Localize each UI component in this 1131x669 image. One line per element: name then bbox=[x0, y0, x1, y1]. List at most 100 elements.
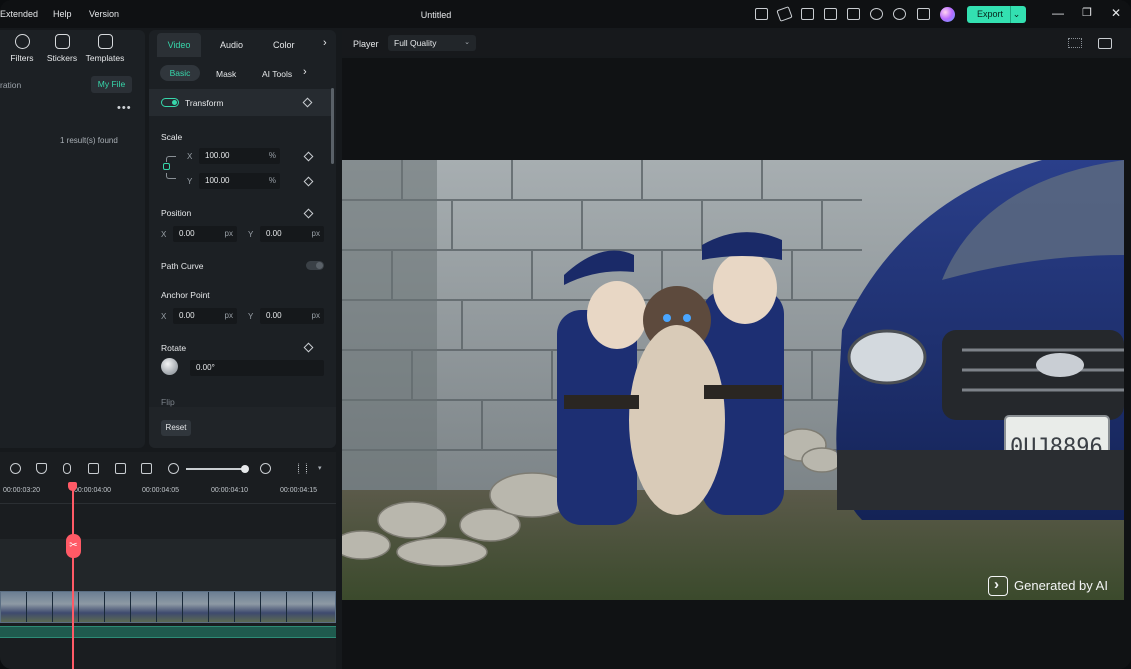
anchor-y-input[interactable]: 0.00 px bbox=[260, 308, 324, 324]
app-window: Extended Help Version Untitled Export ⌄ … bbox=[0, 0, 1131, 669]
layout-grid-icon[interactable] bbox=[298, 463, 307, 474]
export-button[interactable]: Export ⌄ bbox=[967, 6, 1026, 23]
transform-toggle[interactable] bbox=[161, 98, 179, 107]
clip-frame bbox=[157, 592, 183, 622]
zoom-slider-thumb[interactable] bbox=[241, 465, 249, 473]
results-count: 1 result(s) found bbox=[60, 136, 118, 145]
tab-stickers[interactable]: Stickers bbox=[39, 34, 85, 63]
avatar[interactable] bbox=[940, 7, 955, 22]
subtab-mask[interactable]: Mask bbox=[216, 69, 236, 79]
clip-frame bbox=[105, 592, 131, 622]
anchor-x-unit: px bbox=[224, 311, 233, 320]
minimize-button[interactable]: — bbox=[1051, 6, 1065, 20]
clip-frame bbox=[209, 592, 235, 622]
clip-frame bbox=[235, 592, 261, 622]
playhead-handle[interactable] bbox=[68, 482, 77, 491]
scale-y-unit: % bbox=[268, 176, 276, 185]
fit-icon[interactable] bbox=[141, 463, 152, 474]
headset-icon[interactable] bbox=[893, 8, 906, 20]
transform-label: Transform bbox=[185, 98, 224, 108]
subtab-basic[interactable]: Basic bbox=[160, 65, 200, 81]
keyframe-diamond-icon[interactable] bbox=[302, 97, 313, 108]
rotate-input[interactable]: 0.00° bbox=[190, 360, 324, 376]
anchor-y-value: 0.00 bbox=[266, 311, 282, 320]
microphone-icon[interactable] bbox=[63, 463, 71, 474]
scale-y-keyframe-icon[interactable] bbox=[303, 176, 314, 187]
reset-button[interactable]: Reset bbox=[161, 420, 191, 436]
my-file-button[interactable]: My File bbox=[91, 76, 132, 93]
chevron-down-icon[interactable]: ⌄ bbox=[1010, 6, 1022, 23]
preview-frame[interactable]: 0UJ8896 bbox=[342, 160, 1124, 600]
clip-frame bbox=[53, 592, 79, 622]
tick-label: 00:00:04:00 bbox=[74, 487, 111, 494]
save-icon[interactable] bbox=[847, 8, 860, 20]
monitor-icon[interactable] bbox=[824, 8, 837, 20]
generation-label: ration bbox=[0, 80, 22, 90]
position-x-input[interactable]: 0.00 px bbox=[173, 226, 237, 242]
empty-track[interactable] bbox=[0, 539, 336, 591]
maximize-button[interactable]: ❐ bbox=[1080, 6, 1094, 19]
tab-templates[interactable]: Templates bbox=[82, 34, 128, 63]
shield-icon[interactable] bbox=[36, 463, 47, 474]
record-icon[interactable] bbox=[10, 463, 21, 474]
ai-clip-icon[interactable] bbox=[115, 463, 126, 474]
scale-y-input[interactable]: 100.00 % bbox=[199, 173, 280, 189]
close-button[interactable]: ✕ bbox=[1109, 6, 1123, 20]
clip-frame bbox=[79, 592, 105, 622]
tab-audio[interactable]: Audio bbox=[220, 40, 243, 50]
player-toolbar: Player Full Quality ⌄ bbox=[342, 30, 1131, 56]
media-panel: Filters Stickers Templates ration My Fil… bbox=[0, 30, 145, 448]
properties-scrollbar[interactable] bbox=[331, 88, 334, 164]
watermark-text: Generated by AI bbox=[1014, 578, 1108, 593]
timeline-ruler[interactable]: 00:00:03:20 00:00:04:00 00:00:04:05 00:0… bbox=[0, 482, 336, 504]
gift-icon[interactable] bbox=[755, 8, 768, 20]
grid-icon[interactable] bbox=[801, 8, 814, 20]
music-list-icon[interactable] bbox=[88, 463, 99, 474]
layout-dropdown-icon[interactable]: ▾ bbox=[318, 464, 322, 472]
zoom-out-icon[interactable] bbox=[168, 463, 179, 474]
zoom-in-icon[interactable] bbox=[260, 463, 271, 474]
playhead[interactable] bbox=[72, 482, 74, 669]
lock-icon[interactable] bbox=[163, 163, 170, 170]
player-label: Player bbox=[353, 39, 379, 49]
scale-x-keyframe-icon[interactable] bbox=[303, 151, 314, 162]
scissors-icon[interactable]: ✂ bbox=[66, 534, 81, 558]
compare-view-icon[interactable] bbox=[1068, 38, 1082, 48]
rotate-knob[interactable] bbox=[161, 358, 178, 375]
rotate-label: Rotate bbox=[161, 343, 187, 353]
scale-y-axis: Y bbox=[187, 177, 193, 186]
position-label: Position bbox=[161, 208, 192, 218]
subtab-ai-tools[interactable]: AI Tools bbox=[262, 69, 292, 79]
position-keyframe-icon[interactable] bbox=[303, 208, 314, 219]
clip-frame bbox=[183, 592, 209, 622]
anchor-x-axis: X bbox=[161, 312, 167, 321]
anchor-x-value: 0.00 bbox=[179, 311, 195, 320]
tab-video[interactable]: Video bbox=[157, 33, 201, 57]
position-y-input[interactable]: 0.00 px bbox=[260, 226, 324, 242]
rotate-keyframe-icon[interactable] bbox=[303, 342, 314, 353]
apps-icon[interactable] bbox=[917, 8, 930, 20]
zoom-slider[interactable] bbox=[186, 468, 246, 470]
video-clip[interactable] bbox=[0, 591, 336, 623]
tabs-next-icon[interactable]: › bbox=[323, 37, 327, 49]
anchor-x-input[interactable]: 0.00 px bbox=[173, 308, 237, 324]
transform-section[interactable]: Transform bbox=[149, 89, 333, 116]
cloud-upload-icon[interactable] bbox=[870, 8, 883, 20]
more-options-icon[interactable]: ••• bbox=[117, 102, 132, 114]
window-title: Untitled bbox=[420, 10, 452, 20]
audio-clip[interactable] bbox=[0, 626, 336, 638]
snapshot-icon[interactable] bbox=[1098, 38, 1112, 49]
quality-dropdown[interactable]: Full Quality ⌄ bbox=[388, 35, 476, 51]
path-curve-toggle[interactable] bbox=[306, 261, 324, 270]
tick-label: 00:00:03:20 bbox=[3, 487, 40, 494]
subtabs-next-icon[interactable]: › bbox=[303, 66, 307, 78]
flip-label: Flip bbox=[161, 397, 175, 407]
tab-color[interactable]: Color bbox=[273, 40, 295, 50]
scale-label: Scale bbox=[161, 132, 183, 142]
scale-x-input[interactable]: 100.00 % bbox=[199, 148, 280, 164]
scale-x-value: 100.00 bbox=[205, 151, 230, 160]
clip-frame bbox=[313, 592, 335, 622]
clip-frame bbox=[27, 592, 53, 622]
position-y-value: 0.00 bbox=[266, 229, 282, 238]
position-x-unit: px bbox=[224, 229, 233, 238]
